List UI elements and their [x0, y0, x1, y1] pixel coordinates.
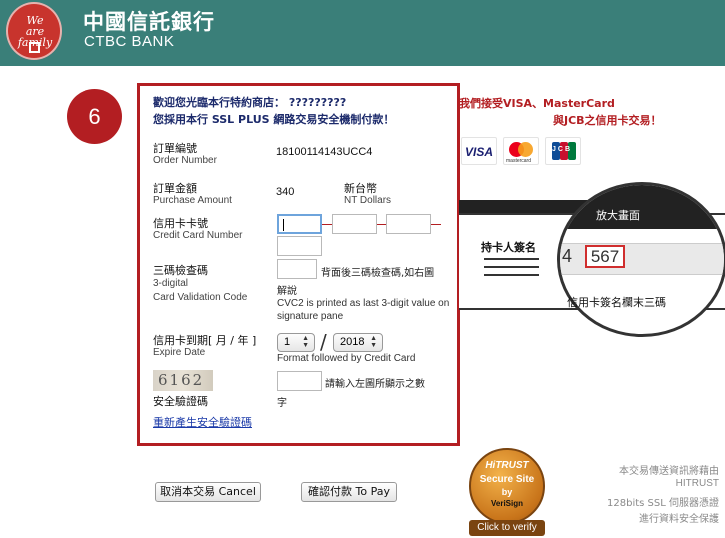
security-note-2: HITRUST: [675, 478, 719, 489]
visa-logo: VISA: [461, 137, 497, 165]
updown-arrow-icon: ▲ ▼: [370, 335, 377, 349]
amount-label-en: Purchase Amount: [153, 195, 232, 206]
logo-mark-icon: [29, 42, 40, 53]
cvv-illustration-caption: 信用卡簽名欄末三碼: [567, 296, 666, 309]
card-number-separator: [431, 224, 441, 225]
security-note-1: 本交易傳送資訊將藉由: [619, 466, 719, 477]
cvv-hint-en-1: CVC2 is printed as last 3-digit value on: [277, 298, 450, 309]
cancel-button[interactable]: 取消本交易 Cancel: [155, 482, 261, 502]
magnifier-illustration: [557, 182, 725, 337]
captcha-label: 安全驗證碼: [153, 395, 208, 408]
accepted-cards-note-2: 與JCB之信用卡交易！: [553, 114, 662, 127]
bank-logo: We are family: [6, 2, 62, 60]
card-number-separator: [322, 224, 332, 225]
card-number-input-2[interactable]: [332, 214, 377, 234]
expiry-separator: /: [320, 330, 327, 354]
captcha-hint-1: 請輸入左圖所顯示之數: [325, 379, 425, 390]
expiry-hint: Format followed by Credit Card: [277, 353, 416, 364]
expiry-label: 信用卡到期[ 月 / 年 ]: [153, 334, 257, 347]
step-badge: 6: [67, 89, 122, 144]
expiry-month-select[interactable]: 1 ▲ ▼: [277, 333, 315, 352]
signature-line: [484, 266, 539, 268]
holder-signature-label: 持卡人簽名: [481, 241, 536, 254]
order-number-value: 18100114143UCC4: [276, 146, 373, 158]
ssl-notice: 您採用本行 SSL PLUS 網路交易安全機制付款！: [153, 113, 395, 126]
cvv-hint-en-2: signature pane: [277, 311, 344, 322]
cvv-input[interactable]: [277, 259, 317, 279]
cvv-hint-cn-2: 解說: [277, 286, 297, 297]
security-note-4: 進行資料安全保護: [639, 514, 719, 525]
currency-en: NT Dollars: [344, 195, 392, 206]
regenerate-captcha-link[interactable]: 重新產生安全驗證碼: [153, 414, 252, 430]
security-note-3: 128bits SSL 伺服器憑證: [607, 498, 719, 509]
card-number-input-1[interactable]: [277, 214, 322, 234]
card-number-input-4[interactable]: [277, 236, 322, 256]
signature-line: [484, 258, 539, 260]
captcha-image: 6162: [153, 370, 213, 391]
mastercard-logo: mastercard: [503, 137, 539, 165]
card-number-label: 信用卡卡號: [153, 217, 208, 230]
confirm-payment-button[interactable]: 確認付款 To Pay: [301, 482, 397, 502]
card-digit-left: 4: [562, 246, 573, 266]
captcha-hint-2: 字: [277, 398, 287, 409]
magnify-label: 放大畫面: [596, 209, 640, 222]
cvv-example-digits: 567: [585, 245, 625, 268]
captcha-input[interactable]: [277, 371, 322, 391]
accepted-cards-note-1: 我們接受VISA、MasterCard: [459, 97, 615, 110]
amount-label: 訂單金額: [153, 182, 197, 195]
bank-header: We are family 中國信託銀行 CTBC BANK: [0, 0, 725, 66]
cvv-label: 三碼檢查碼: [153, 264, 208, 277]
merchant-welcome: 歡迎您光臨本行特約商店： ?????????: [153, 96, 347, 109]
cvv-label-en-1: 3-digital: [153, 278, 189, 289]
amount-value: 340: [276, 186, 295, 198]
jcb-logo: JCB: [545, 137, 581, 165]
cvv-hint-cn-1: 背面後三碼檢查碼,如右圖: [321, 268, 435, 279]
signature-line: [484, 274, 539, 276]
updown-arrow-icon: ▲ ▼: [302, 335, 309, 349]
card-number-label-en: Credit Card Number: [153, 230, 243, 241]
order-number-label-en: Order Number: [153, 155, 217, 166]
order-number-label: 訂單編號: [153, 142, 197, 155]
bank-name-en: CTBC BANK: [84, 33, 175, 50]
card-number-separator: [377, 224, 386, 225]
bank-name-cn: 中國信託銀行: [83, 10, 215, 34]
hitrust-verisign-seal[interactable]: HiTRUST Secure Site by VeriSign Click to…: [469, 448, 545, 538]
currency-cn: 新台幣: [344, 182, 377, 195]
card-number-input-3[interactable]: [386, 214, 431, 234]
text-caret: [283, 219, 284, 231]
cvv-label-en-2: Card Validation Code: [153, 292, 248, 303]
click-to-verify-button[interactable]: Click to verify: [469, 520, 545, 536]
expiry-year-select[interactable]: 2018 ▲ ▼: [333, 333, 383, 352]
expiry-label-en: Expire Date: [153, 347, 206, 358]
